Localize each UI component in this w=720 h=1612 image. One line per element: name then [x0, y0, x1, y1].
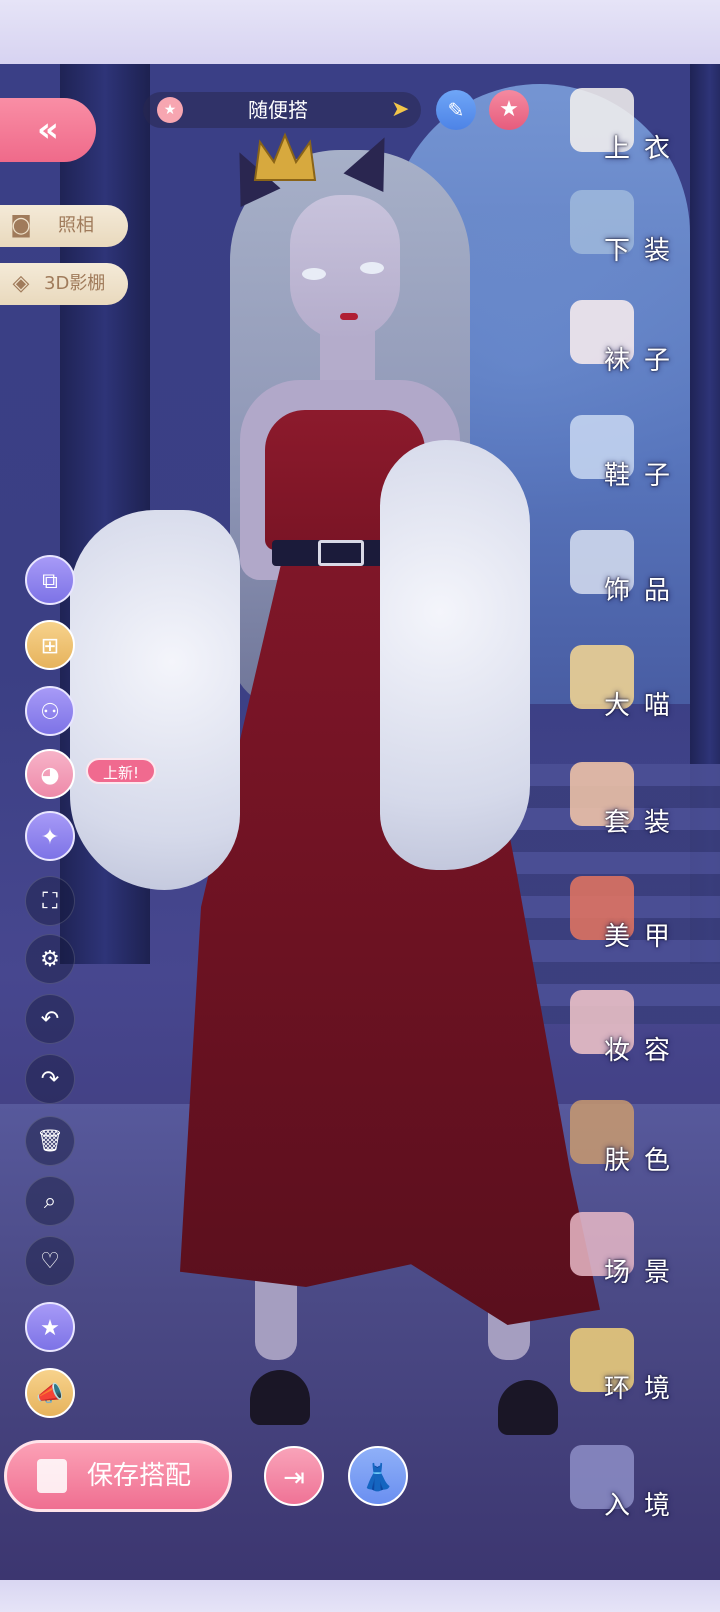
outfit-name-bar[interactable]: ★ 随便搭 ➤: [143, 92, 421, 128]
palette-icon: ◕: [40, 763, 60, 788]
undo-button[interactable]: ↶: [25, 994, 75, 1044]
pencil-icon: ✎: [447, 98, 465, 122]
favorite-button[interactable]: ★: [489, 90, 529, 130]
shoe-left: [250, 1370, 310, 1425]
category-label: 袜子: [604, 346, 685, 376]
category-label: 美甲: [604, 922, 685, 952]
category-item-10[interactable]: 场景: [560, 1212, 710, 1322]
belt-buckle: [318, 540, 364, 566]
undo-icon: ↶: [40, 1007, 60, 1032]
shoe-right: [498, 1380, 558, 1435]
trash-icon: 🗑: [36, 1129, 64, 1154]
pose-icon: ⧉: [42, 569, 58, 594]
category-label: 场景: [604, 1258, 685, 1288]
category-item-0[interactable]: 上衣: [560, 88, 710, 198]
delete-button[interactable]: 🗑: [25, 1116, 75, 1166]
redo-button[interactable]: ↷: [25, 1054, 75, 1104]
outfit-scan-button[interactable]: 👗: [348, 1446, 408, 1506]
copy-outfit-button[interactable]: ⊞: [25, 620, 75, 670]
palette-button[interactable]: ◕: [25, 749, 75, 799]
announcement-button[interactable]: 📣: [25, 1368, 75, 1418]
studio-3d-button[interactable]: ◈ 3D影棚: [0, 263, 128, 305]
fullscreen-button[interactable]: ⛶: [25, 876, 75, 926]
swap-character-button[interactable]: ⚇: [25, 686, 75, 736]
studio-label: 3D影棚: [44, 273, 106, 294]
star-icon: ★: [40, 1316, 60, 1341]
double-chevron-left-icon: «: [37, 110, 59, 150]
category-label: 饰品: [604, 576, 685, 606]
person-swap-icon: ⚇: [40, 700, 60, 725]
character-lips: [340, 313, 358, 320]
search-icon: ⌕: [43, 1189, 57, 1214]
dress-scan-icon: 👗: [361, 1463, 395, 1493]
edit-name-button[interactable]: ✎: [436, 90, 476, 130]
share-arrow-icon: ⇥: [283, 1463, 305, 1493]
category-item-12[interactable]: 入境: [560, 1445, 710, 1555]
back-button[interactable]: «: [0, 98, 96, 162]
bottom-frame: [0, 1580, 720, 1612]
redo-icon: ↷: [40, 1067, 60, 1092]
star-icon: ★: [157, 97, 183, 123]
new-badge: 上新!: [86, 758, 156, 784]
top-frame: [0, 0, 720, 64]
document-icon: [37, 1459, 67, 1493]
photo-label: 照相: [58, 215, 94, 236]
arrow-right-icon[interactable]: ➤: [391, 98, 409, 122]
category-item-3[interactable]: 鞋子: [560, 415, 710, 525]
search-button[interactable]: ⌕: [25, 1176, 75, 1226]
category-label: 大喵: [604, 691, 685, 721]
category-item-8[interactable]: 妆容: [560, 990, 710, 1100]
character-eye-left: [302, 268, 326, 280]
fullscreen-icon: ⛶: [42, 889, 58, 914]
like-button[interactable]: ♡: [25, 1236, 75, 1286]
crown-icon: [253, 132, 317, 181]
outfit-name: 随便搭: [248, 98, 308, 122]
fur-stole-right: [380, 440, 530, 870]
sparkle-stars-icon: ✦: [40, 825, 60, 850]
category-label: 鞋子: [604, 461, 685, 491]
category-item-7[interactable]: 美甲: [560, 876, 710, 986]
category-label: 环境: [604, 1374, 685, 1404]
category-label: 下装: [604, 236, 685, 266]
character-eye-right: [360, 262, 384, 274]
star-icon: ★: [499, 97, 519, 122]
category-item-9[interactable]: 肤色: [560, 1100, 710, 1210]
category-label: 入境: [604, 1491, 685, 1521]
copy-icon: ⊞: [40, 634, 60, 659]
share-button[interactable]: ⇥: [264, 1446, 324, 1506]
category-label: 肤色: [604, 1146, 685, 1176]
gear-icon: ⚙: [40, 947, 60, 972]
category-item-11[interactable]: 环境: [560, 1328, 710, 1438]
category-item-1[interactable]: 下装: [560, 190, 710, 300]
fur-stole-left: [70, 510, 240, 890]
camera-icon: ◙: [10, 213, 32, 238]
pose-button[interactable]: ⧉: [25, 555, 75, 605]
category-item-2[interactable]: 袜子: [560, 300, 710, 410]
category-label: 套装: [604, 808, 685, 838]
category-label: 上衣: [604, 134, 685, 164]
save-outfit-button[interactable]: 保存搭配: [4, 1440, 232, 1512]
stars-effect-button[interactable]: ✦: [25, 811, 75, 861]
category-item-6[interactable]: 套装: [560, 762, 710, 872]
category-item-4[interactable]: 饰品: [560, 530, 710, 640]
cube-icon: ◈: [12, 271, 30, 296]
photo-button[interactable]: ◙ 照相: [0, 205, 128, 247]
heart-icon: ♡: [40, 1249, 60, 1274]
category-item-5[interactable]: 大喵: [560, 645, 710, 755]
megaphone-icon: 📣: [36, 1382, 64, 1407]
settings-button[interactable]: ⚙: [25, 934, 75, 984]
save-outfit-label: 保存搭配: [87, 1461, 192, 1491]
star-collection-button[interactable]: ★: [25, 1302, 75, 1352]
category-label: 妆容: [604, 1036, 685, 1066]
